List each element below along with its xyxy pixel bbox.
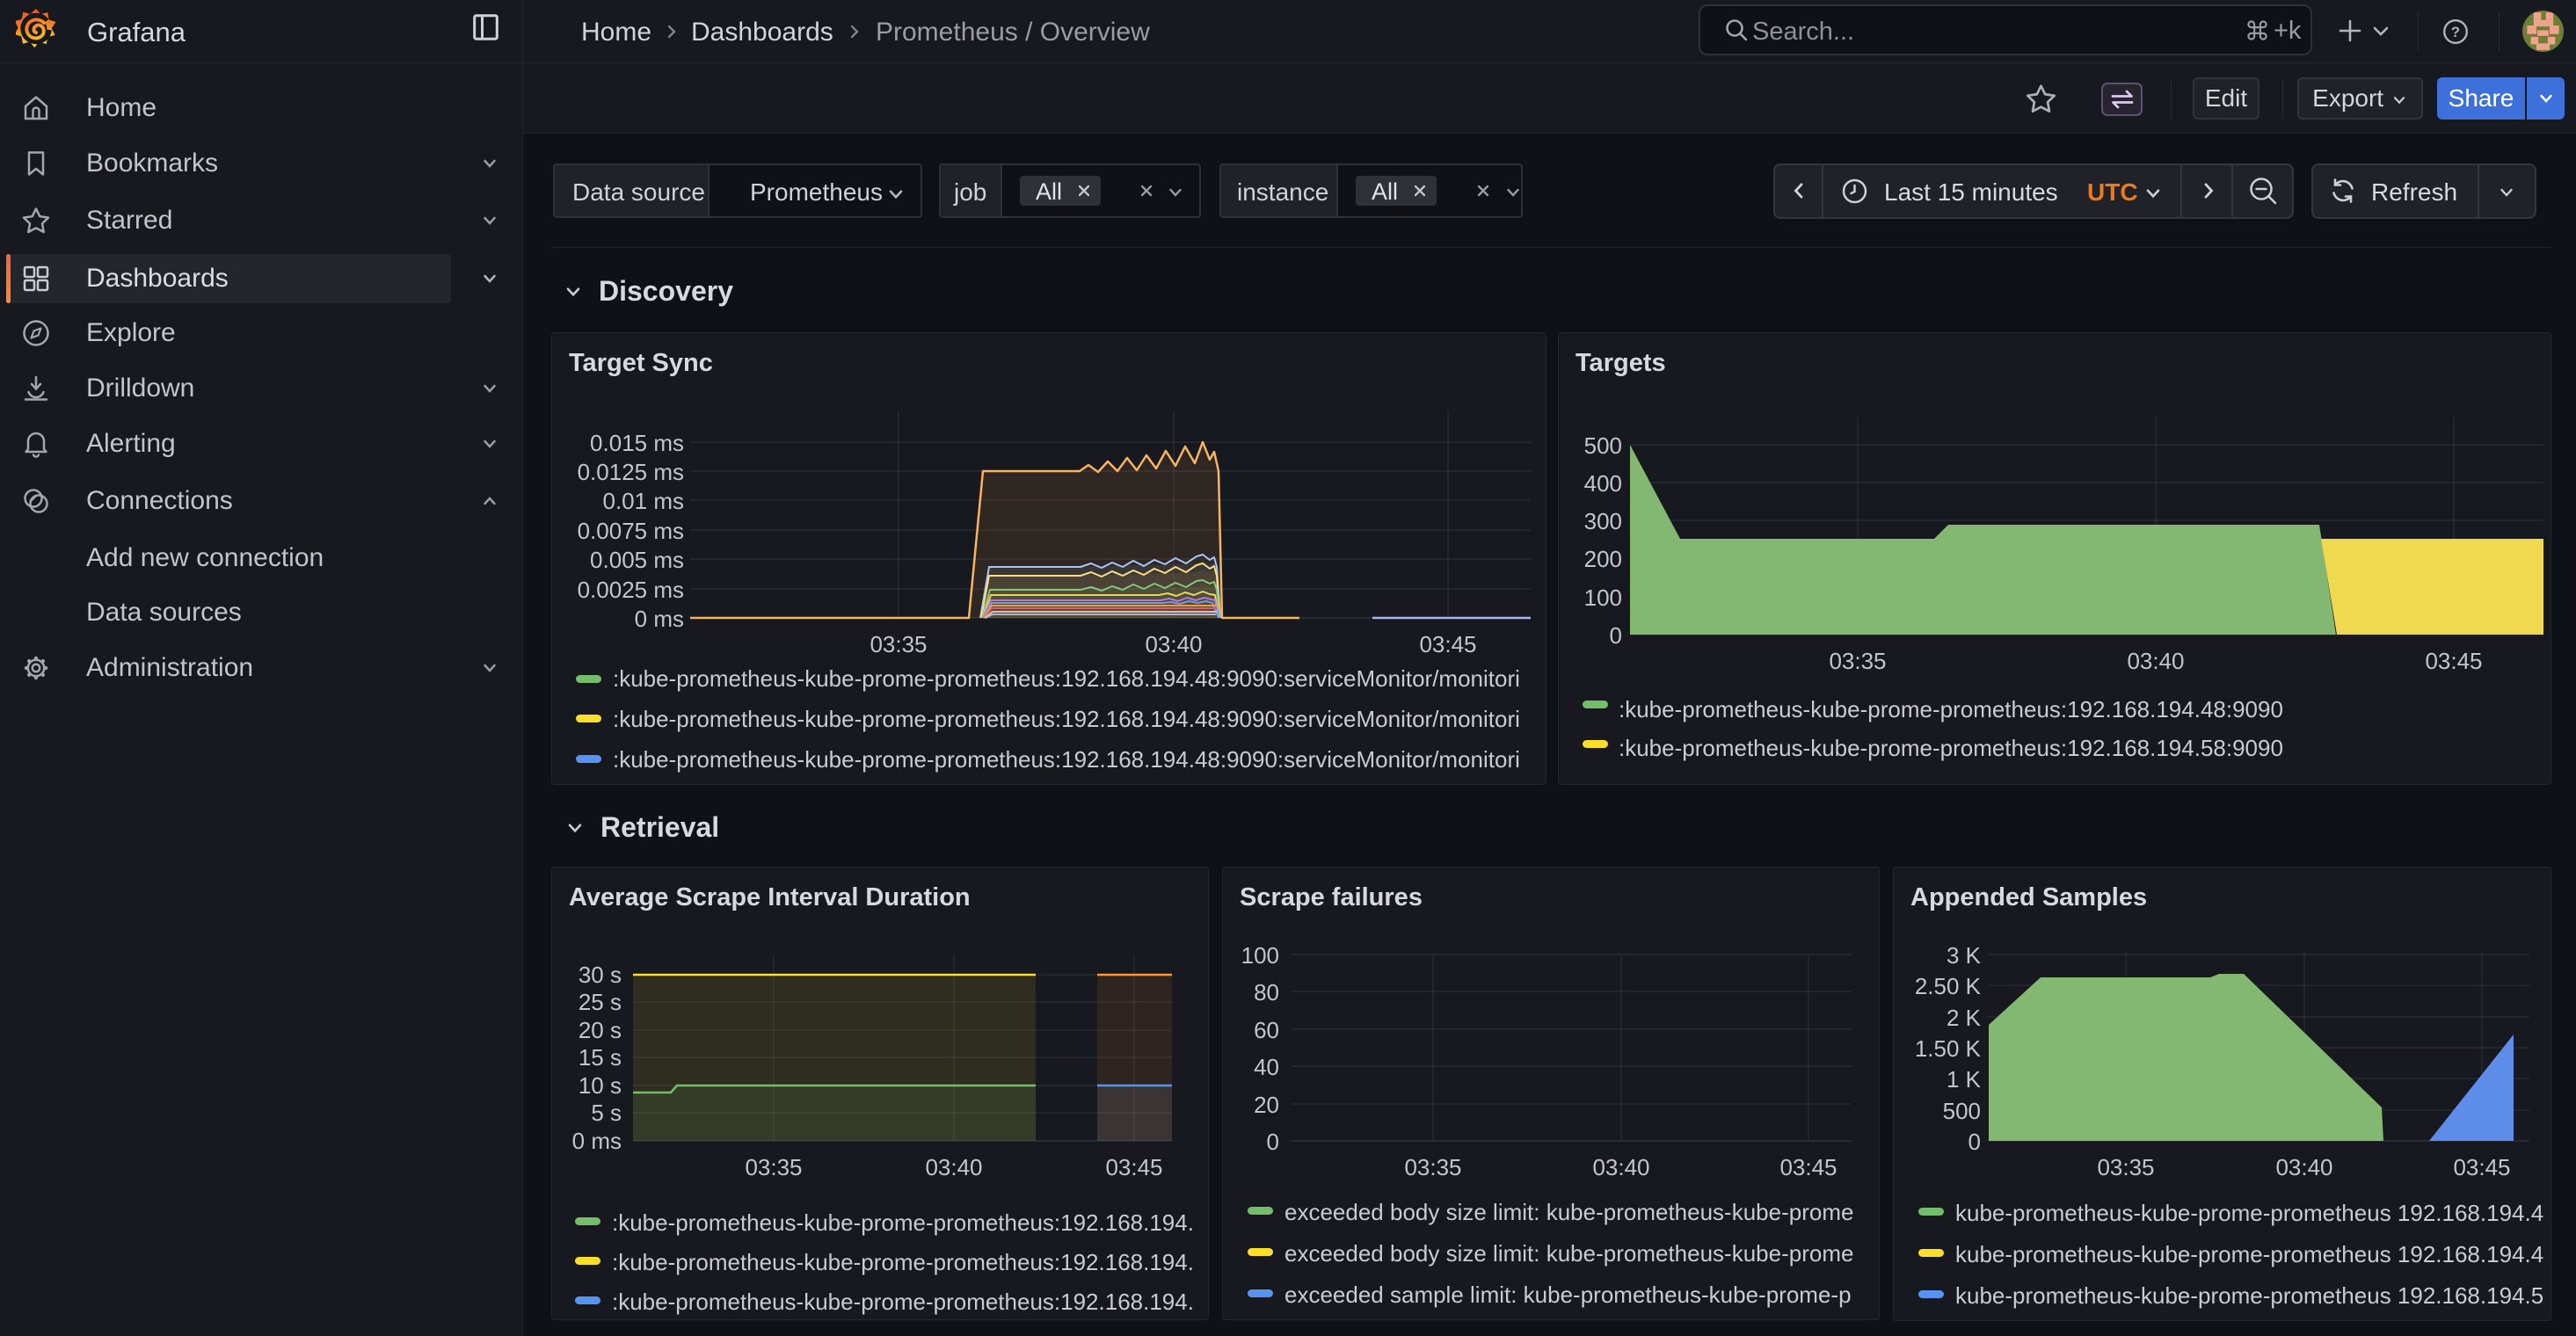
svg-text:?: ? (2451, 24, 2460, 40)
